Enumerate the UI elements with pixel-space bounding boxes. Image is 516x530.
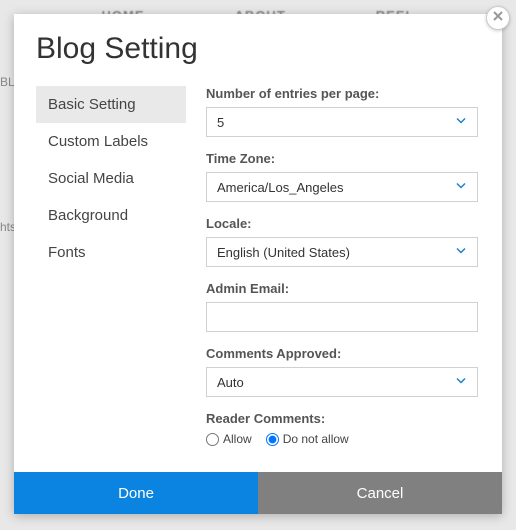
radio-allow-input[interactable] (206, 433, 219, 446)
reader-comments-radios: Allow Do not allow (206, 432, 478, 446)
sidebar-item-label: Custom Labels (48, 133, 148, 150)
locale-value: English (United States) (217, 245, 350, 260)
comments-approved-label: Comments Approved: (206, 346, 478, 361)
sidebar-item-label: Social Media (48, 170, 134, 187)
field-comments-approved: Comments Approved: Auto (206, 346, 478, 397)
sidebar-item-basic-setting[interactable]: Basic Setting (36, 86, 186, 123)
blog-setting-modal: Blog Setting Basic Setting Custom Labels… (14, 14, 502, 514)
locale-select[interactable]: English (United States) (206, 237, 478, 267)
field-timezone: Time Zone: America/Los_Angeles (206, 151, 478, 202)
chevron-down-icon (455, 245, 467, 260)
email-label: Admin Email: (206, 281, 478, 296)
timezone-value: America/Los_Angeles (217, 180, 343, 195)
main-panel: Number of entries per page: 5 Time Zone:… (186, 78, 502, 458)
chevron-down-icon (455, 115, 467, 130)
radio-donotallow-input[interactable] (266, 433, 279, 446)
radio-do-not-allow[interactable]: Do not allow (266, 432, 349, 446)
modal-content: Basic Setting Custom Labels Social Media… (14, 78, 502, 458)
locale-label: Locale: (206, 216, 478, 231)
field-admin-email: Admin Email: (206, 281, 478, 332)
email-input[interactable] (207, 303, 477, 331)
entries-select[interactable]: 5 (206, 107, 478, 137)
close-icon (492, 9, 504, 27)
cancel-button[interactable]: Cancel (258, 472, 502, 514)
chevron-down-icon (455, 375, 467, 390)
modal-footer: Done Cancel (14, 472, 502, 514)
reader-comments-label: Reader Comments: (206, 411, 478, 426)
comments-approved-select[interactable]: Auto (206, 367, 478, 397)
sidebar-item-background[interactable]: Background (36, 197, 186, 234)
field-entries: Number of entries per page: 5 (206, 86, 478, 137)
modal-title: Blog Setting (14, 14, 502, 78)
sidebar-item-custom-labels[interactable]: Custom Labels (36, 123, 186, 160)
sidebar-item-label: Fonts (48, 244, 86, 261)
done-button[interactable]: Done (14, 472, 258, 514)
radio-donotallow-label: Do not allow (283, 432, 349, 446)
timezone-label: Time Zone: (206, 151, 478, 166)
sidebar-item-label: Background (48, 207, 128, 224)
sidebar-item-social-media[interactable]: Social Media (36, 160, 186, 197)
sidebar-item-fonts[interactable]: Fonts (36, 234, 186, 271)
comments-approved-value: Auto (217, 375, 244, 390)
field-locale: Locale: English (United States) (206, 216, 478, 267)
radio-allow[interactable]: Allow (206, 432, 252, 446)
timezone-select[interactable]: America/Los_Angeles (206, 172, 478, 202)
chevron-down-icon (455, 180, 467, 195)
radio-allow-label: Allow (223, 432, 252, 446)
sidebar: Basic Setting Custom Labels Social Media… (36, 78, 186, 458)
email-input-wrap (206, 302, 478, 332)
entries-label: Number of entries per page: (206, 86, 478, 101)
close-button[interactable] (486, 6, 510, 30)
entries-value: 5 (217, 115, 224, 130)
field-reader-comments: Reader Comments: Allow Do not allow (206, 411, 478, 446)
sidebar-item-label: Basic Setting (48, 96, 136, 113)
